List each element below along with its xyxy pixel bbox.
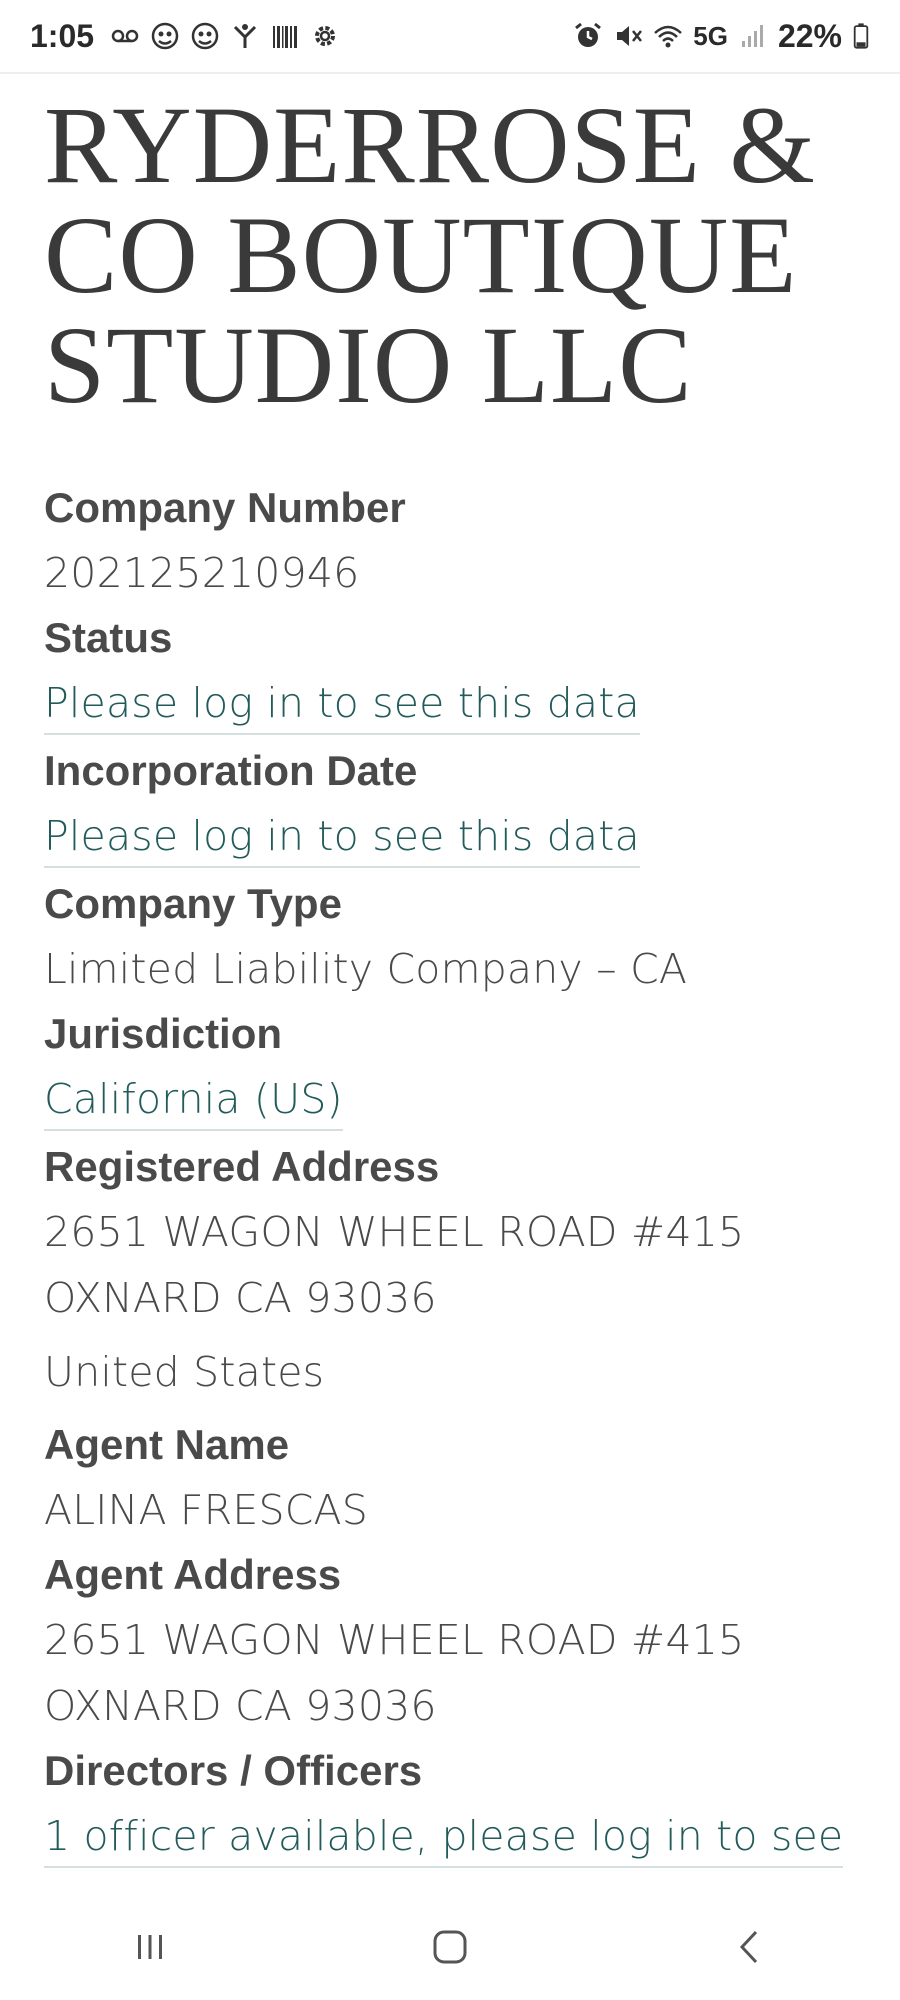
agent-name-label: Agent Name [44,1421,290,1468]
status-login-link[interactable]: Please log in to see this data [44,673,640,735]
agent-address-line2: OXNARD CA 93036 [44,1682,437,1730]
status-bar: 1:05 5G 22% [0,0,900,74]
status-label: Status [44,614,173,661]
agent-name-value: ALINA FRESCAS [44,1486,369,1534]
company-number-label: Company Number [44,484,406,531]
network-type: 5G [693,20,728,51]
home-icon [433,1930,467,1964]
battery-icon [853,23,869,49]
company-number-field: Company Number 202125210946 [44,476,864,606]
incorporation-date-login-link[interactable]: Please log in to see this data [44,806,640,868]
status-field: Status Please log in to see this data [44,606,864,739]
registered-address-country: United States [44,1348,325,1396]
registered-address-label: Registered Address [44,1143,440,1190]
agent-address-field: Agent Address 2651 WAGON WHEEL ROAD #415… [44,1543,864,1739]
company-type-field: Company Type Limited Liability Company –… [44,872,864,1002]
incorporation-date-field: Incorporation Date Please log in to see … [44,739,864,872]
status-right: 5G 22% [573,18,870,55]
status-left: 1:05 [30,18,340,55]
battery-percent: 22% [777,17,842,54]
jurisdiction-link[interactable]: California (US) [44,1069,343,1131]
incorporation-date-label: Incorporation Date [44,747,418,794]
app-icon-2 [191,22,219,50]
navigation-bar [0,1894,900,2000]
company-details: RYDERROSE & CO BOUTIQUE STUDIO LLC Compa… [44,90,864,1872]
home-button[interactable] [410,1907,490,1987]
directors-label: Directors / Officers [44,1747,423,1794]
directors-login-link[interactable]: 1 officer available, please log in to se… [44,1806,844,1868]
app-icon-1 [151,22,179,50]
agent-address-label: Agent Address [44,1551,342,1598]
mute-icon [617,26,643,46]
back-button[interactable] [710,1907,790,1987]
recent-apps-button[interactable] [110,1907,190,1987]
jurisdiction-field: Jurisdiction California (US) [44,1002,864,1135]
wifi-icon [654,25,683,48]
company-name: RYDERROSE & CO BOUTIQUE STUDIO LLC [44,84,816,426]
back-icon [739,1930,758,1964]
registered-address-field: Registered Address 2651 WAGON WHEEL ROAD… [44,1135,864,1405]
fitness-icon [233,24,257,48]
barcode-icon [273,26,298,48]
directors-field: Directors / Officers 1 officer available… [44,1739,864,1872]
registered-address-line2: OXNARD CA 93036 [44,1274,437,1322]
agent-address-line1: 2651 WAGON WHEEL ROAD #415 [44,1616,745,1664]
alarm-icon [575,22,602,47]
company-type-label: Company Type [44,880,342,927]
company-type-value: Limited Liability Company – CA [44,945,688,993]
status-time: 1:05 [30,17,95,54]
registered-address-line1: 2651 WAGON WHEEL ROAD #415 [44,1208,745,1256]
company-number-value: 202125210946 [44,549,360,597]
settings-icon [315,26,336,46]
voicemail-icon [111,29,139,43]
recent-apps-icon [138,1935,162,1959]
agent-name-field: Agent Name ALINA FRESCAS [44,1413,864,1543]
jurisdiction-label: Jurisdiction [44,1010,283,1057]
signal-icon [741,25,763,47]
